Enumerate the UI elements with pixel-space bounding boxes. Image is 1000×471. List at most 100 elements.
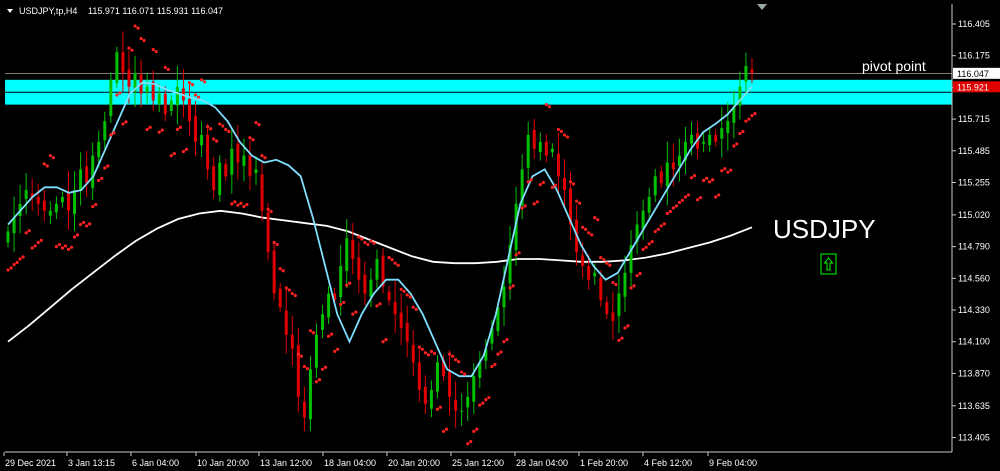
- sar-dot: [723, 167, 727, 171]
- x-tick-label: 6 Jan 04:00: [132, 458, 179, 468]
- sar-dot: [145, 127, 149, 132]
- sar-dot: [45, 164, 49, 168]
- sar-dot: [611, 280, 615, 285]
- sar-dot: [281, 269, 285, 273]
- x-tick-label: 20 Jan 20:00: [388, 458, 440, 468]
- candle-body: [266, 212, 270, 253]
- candle-body: [290, 334, 294, 349]
- sar-dot: [78, 222, 83, 227]
- candle-body: [345, 238, 349, 271]
- sar-dot: [472, 429, 476, 433]
- sar-dot: [91, 205, 95, 209]
- sar-dot: [659, 224, 663, 228]
- sar-dot: [632, 284, 636, 288]
- candle-body: [677, 155, 681, 167]
- sar-dot: [423, 351, 427, 355]
- candle-body: [556, 153, 560, 177]
- sar-dot: [584, 227, 588, 231]
- y-tick-label: 113.635: [958, 401, 990, 411]
- candle-body: [460, 410, 464, 412]
- x-tick-label: 29 Dec 2021: [5, 458, 56, 468]
- candle-body: [48, 210, 52, 216]
- x-tick-label: 4 Feb 12:00: [644, 458, 692, 468]
- candle-body: [91, 155, 95, 189]
- sar-dot: [369, 239, 373, 243]
- candle-body: [659, 171, 663, 184]
- sar-dot: [535, 200, 539, 204]
- sar-dot: [553, 183, 558, 187]
- candle-body: [60, 196, 64, 203]
- sar-dot: [614, 282, 618, 287]
- candle-body: [42, 200, 46, 211]
- sar-dot: [230, 202, 234, 206]
- candle-body: [284, 310, 288, 335]
- sar-dot: [735, 142, 739, 146]
- candle-body: [24, 190, 28, 199]
- sar-dot: [190, 83, 195, 87]
- sar-dot: [496, 352, 500, 356]
- sar-dot: [460, 370, 464, 374]
- candle-body: [550, 148, 554, 153]
- sar-dot: [438, 405, 443, 409]
- sar-dot: [396, 263, 400, 267]
- sar-dot: [541, 180, 545, 185]
- sar-dot: [36, 240, 40, 245]
- sar-dot: [517, 251, 521, 255]
- ohlc-values: 115.971 116.071 115.931 116.047: [88, 6, 223, 16]
- candle-body: [363, 274, 367, 294]
- sar-dot: [378, 302, 382, 306]
- sar-dot: [251, 138, 255, 142]
- candle-body: [272, 250, 276, 294]
- y-tick-label: 115.255: [958, 178, 990, 188]
- sar-dot: [351, 312, 355, 316]
- sar-dot: [157, 130, 161, 134]
- price-chart[interactable]: 116.405116.175115.945115.715115.485115.2…: [0, 0, 1000, 471]
- sar-dot: [538, 182, 542, 187]
- sar-dot: [242, 205, 246, 209]
- svg-text:116.047: 116.047: [957, 69, 989, 79]
- candle-body: [617, 293, 621, 317]
- sar-dot: [450, 354, 455, 358]
- sar-dot: [747, 117, 751, 121]
- sar-dot: [411, 305, 415, 309]
- sar-dot: [499, 350, 503, 354]
- sar-dot: [578, 201, 582, 205]
- sar-dot: [218, 122, 222, 126]
- sar-dot: [671, 206, 675, 210]
- sar-dot: [348, 281, 352, 285]
- sar-dot: [48, 154, 52, 158]
- sar-dot: [227, 129, 231, 134]
- candle-body: [109, 79, 113, 117]
- sar-dot: [160, 128, 164, 132]
- sar-dot: [360, 237, 364, 241]
- sar-dot: [677, 200, 682, 205]
- sar-dot: [175, 127, 179, 132]
- pivot-point-label: pivot point: [862, 58, 926, 74]
- sar-dot: [520, 206, 524, 210]
- sar-dot: [103, 166, 107, 170]
- sar-dot: [732, 144, 736, 148]
- candle-body: [187, 98, 191, 122]
- candle-body: [145, 86, 149, 92]
- svg-text:115.921: 115.921: [957, 82, 989, 92]
- sar-dot: [9, 266, 13, 270]
- sar-dot: [683, 195, 688, 199]
- sar-dot: [635, 273, 639, 278]
- sar-dot: [435, 407, 440, 411]
- sar-dot: [608, 263, 612, 267]
- sar-dot: [245, 202, 249, 207]
- sar-dot: [568, 180, 573, 184]
- sar-dot: [142, 38, 146, 43]
- sar-dot: [753, 111, 757, 116]
- candle-body: [708, 134, 712, 146]
- candle-body: [581, 255, 585, 266]
- candle-body: [127, 69, 131, 87]
- sar-dot: [544, 103, 548, 107]
- candle-body: [6, 231, 10, 243]
- candle-body: [218, 162, 222, 196]
- sar-dot: [224, 127, 228, 132]
- sar-dot: [21, 255, 25, 259]
- candle-body: [248, 155, 252, 177]
- candle-body: [230, 148, 234, 175]
- sar-dot: [299, 354, 303, 358]
